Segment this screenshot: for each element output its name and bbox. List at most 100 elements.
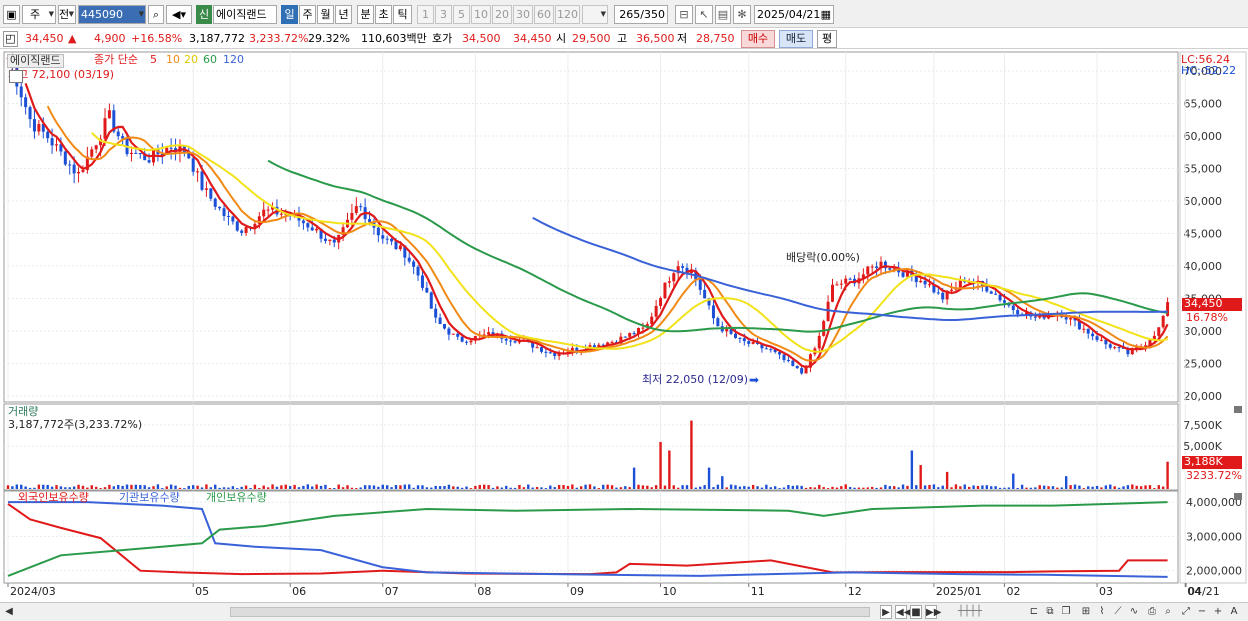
info-toggle-icon[interactable]: ◰ [3, 31, 18, 47]
pattern-icon[interactable]: ∿ [1128, 605, 1140, 619]
market-select[interactable]: 전 [58, 5, 76, 24]
volume-bar [288, 486, 292, 489]
volume-bar [804, 487, 808, 489]
interval-5[interactable]: 5 [453, 5, 470, 24]
scroll-left-icon[interactable]: ◀ [4, 605, 14, 619]
volume-bar [959, 486, 962, 489]
stock-chart[interactable]: 70,000 65,000 60,000 55,000 50,000 45,000 40,0… [0, 50, 1248, 602]
cursor-icon[interactable]: ↖ [695, 5, 713, 24]
stock-name-field[interactable]: 에이직랜드 [213, 5, 277, 24]
sell-button[interactable]: 매도 [779, 30, 813, 48]
print-icon[interactable]: ⎙ [1146, 605, 1158, 619]
volume-bar [875, 487, 878, 489]
candle-body [24, 97, 28, 108]
volume-bar [293, 484, 296, 489]
interval-10[interactable]: 10 [471, 5, 491, 24]
chart-toolbar: ▣ 주 전 445090 ⌕ ◀▾ 신 에이직랜드 일 주 월 년 분 초 틱 … [0, 0, 1248, 28]
volume-bar [377, 486, 380, 489]
candle-body [63, 151, 67, 165]
stock-code-input[interactable]: 445090 [78, 5, 146, 24]
volume-bar [646, 485, 649, 489]
save-icon[interactable]: ▤ [715, 5, 731, 24]
volume-bar [403, 484, 407, 489]
candle-body [129, 152, 133, 155]
volume-bar [531, 487, 534, 489]
period-type-select[interactable]: 주 [22, 5, 56, 24]
volume-bar [421, 485, 424, 489]
volume-bar [540, 487, 543, 489]
data-count-field[interactable]: 265/350 [614, 5, 668, 24]
shrink-icon[interactable]: ⤢ [1180, 605, 1192, 619]
indicator-icon[interactable]: ⌇ [1096, 605, 1108, 619]
stop-icon[interactable]: ■ [910, 605, 922, 619]
buy-button[interactable]: 매수 [741, 30, 775, 48]
volume-bar [787, 484, 790, 489]
tab-monthly[interactable]: 월 [317, 5, 334, 24]
custom-interval-select[interactable] [582, 5, 608, 24]
zoom-out-icon[interactable]: ⊟ [675, 5, 693, 24]
window-icon[interactable]: ⧉ [1044, 605, 1056, 619]
chart-scroll-area[interactable]: ◀ ▶ ◀◀ ■ ▶▶ ┼┼┼┼ ⊏ ⧉ ❐ ⊞ ⌇ ⟋ ∿ ⎙ ⌕ ⤢ − +… [0, 602, 1248, 621]
candle-body [681, 266, 685, 268]
volume-bar [615, 487, 618, 489]
candle-body [870, 266, 874, 268]
candle-body [747, 341, 751, 344]
candle-body [1166, 302, 1170, 316]
plus-icon[interactable]: + [1212, 605, 1224, 619]
date-input[interactable]: 2025/04/21 ▦ [754, 5, 834, 24]
volume-bar [1113, 486, 1116, 489]
zoom-slider[interactable]: ┼┼┼┼ [950, 605, 990, 619]
interval-3[interactable]: 3 [435, 5, 452, 24]
minus-icon[interactable]: − [1196, 605, 1208, 619]
chart-settings-icon[interactable]: ▣ [3, 5, 20, 24]
candle-body [332, 239, 336, 243]
volume-bar [271, 484, 274, 489]
volume-bar [447, 484, 451, 489]
tab-weekly[interactable]: 주 [299, 5, 316, 24]
chart-canvas[interactable]: 70,00065,00060,00055,00050,00045,00040,0… [0, 50, 1248, 602]
volume-bar [760, 487, 764, 489]
candle-body [1002, 300, 1006, 303]
candle-body [315, 228, 319, 231]
volume-bar [434, 485, 437, 489]
copy-icon[interactable]: ❐ [1060, 605, 1072, 619]
volume-bar [866, 487, 869, 489]
tab-yearly[interactable]: 년 [335, 5, 352, 24]
interval-20[interactable]: 20 [492, 5, 512, 24]
volume-bar [262, 485, 265, 489]
speaker-icon[interactable]: ◀▾ [166, 5, 192, 24]
tab-minute[interactable]: 분 [357, 5, 374, 24]
rewind-icon[interactable]: ◀◀ [895, 605, 911, 619]
volume-bar [452, 486, 455, 489]
fast-forward-icon[interactable]: ▶▶ [925, 605, 941, 619]
tab-second[interactable]: 초 [375, 5, 392, 24]
calendar-icon[interactable]: ▦ [821, 6, 831, 23]
price-tick-label: 45,000 [1184, 228, 1223, 241]
scroll-right-icon[interactable]: ▶ [880, 605, 892, 619]
panel-menu-icon[interactable] [9, 70, 23, 83]
magnify-icon[interactable]: ⌕ [1162, 605, 1174, 619]
auto-fit-icon[interactable]: A [1228, 605, 1240, 619]
volume-bar [214, 484, 217, 489]
search-icon[interactable]: ⌕ [148, 5, 164, 24]
panel-maximize-icon [1234, 406, 1242, 413]
tab-daily[interactable]: 일 [281, 5, 298, 24]
candle-body [725, 329, 729, 332]
gear-icon[interactable]: ✻ [733, 5, 751, 24]
scroll-thumb[interactable] [230, 607, 870, 617]
open-label: 시 [556, 32, 567, 45]
grid-icon[interactable]: ⊞ [1080, 605, 1092, 619]
candle-body [659, 298, 663, 306]
layout-icon[interactable]: ⊏ [1028, 605, 1040, 619]
volume-bar [1139, 486, 1143, 489]
candle-body [310, 227, 314, 231]
interval-30[interactable]: 30 [513, 5, 533, 24]
interval-120[interactable]: 120 [555, 5, 580, 24]
tab-tick[interactable]: 틱 [393, 5, 412, 24]
volume-bar [1056, 487, 1059, 489]
trend-icon[interactable]: ⟋ [1112, 605, 1124, 619]
balance-button[interactable]: 평 [817, 30, 837, 48]
interval-1[interactable]: 1 [417, 5, 434, 24]
volume-percent: 3,233.72% [249, 32, 309, 45]
interval-60[interactable]: 60 [534, 5, 554, 24]
